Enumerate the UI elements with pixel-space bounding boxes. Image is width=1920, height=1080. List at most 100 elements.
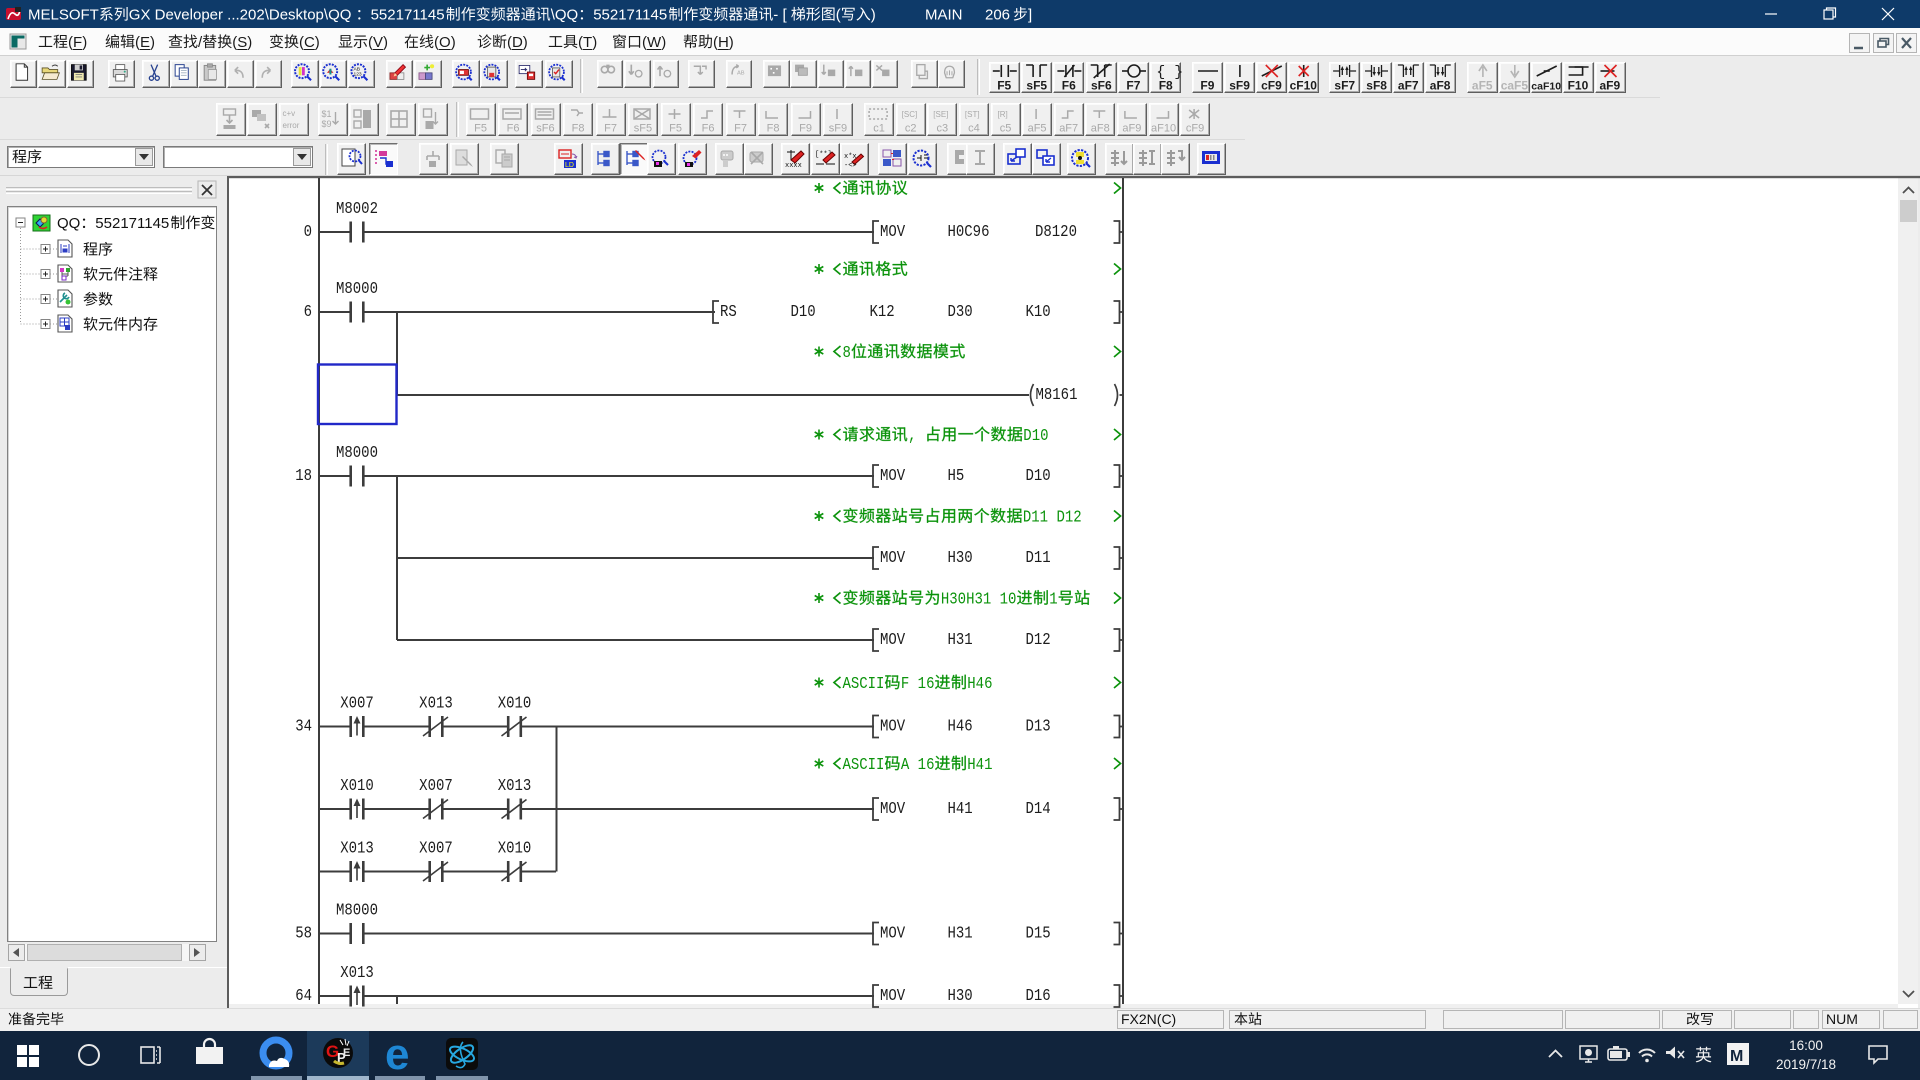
svg-text:F8: F8 (1159, 79, 1173, 93)
svg-text:8: 8 (843, 343, 851, 362)
svg-text:AB: AB (353, 66, 360, 72)
svg-text:C: C (304, 34, 315, 51)
svg-text:D30: D30 (947, 302, 972, 321)
svg-text:F 16: F 16 (901, 674, 935, 693)
svg-text:X013: X013 (340, 838, 374, 857)
svg-text:ASCII: ASCII (843, 674, 885, 693)
svg-text:cF9: cF9 (1261, 79, 1282, 93)
svg-text:E: E (343, 1047, 350, 1059)
svg-text:): ) (661, 34, 666, 51)
svg-text:caF10: caF10 (1531, 81, 1561, 93)
svg-text:0: 0 (304, 222, 312, 241)
svg-text:[SE]: [SE] (933, 110, 948, 119)
svg-text:H46: H46 (967, 674, 992, 693)
svg-text:c1: c1 (873, 123, 885, 135)
svg-text:H31: H31 (947, 923, 972, 942)
svg-text:F9: F9 (1200, 79, 1214, 93)
svg-text:): ) (729, 34, 734, 51)
svg-text:123: 123 (353, 71, 361, 77)
svg-text:c5: c5 (1000, 123, 1012, 135)
svg-text:FX2N(C): FX2N(C) (1121, 1011, 1176, 1027)
svg-text:cF10: cF10 (1290, 79, 1318, 93)
svg-text:18: 18 (295, 466, 312, 485)
svg-text:aF5: aF5 (1472, 79, 1493, 93)
svg-text:H46: H46 (947, 716, 972, 735)
svg-text:MOV: MOV (880, 548, 906, 567)
svg-text:F10: F10 (1568, 79, 1589, 93)
svg-text:F9: F9 (799, 123, 812, 135)
svg-text:aF8: aF8 (1430, 79, 1451, 93)
svg-text:LD: LD (565, 162, 574, 169)
svg-text:MOV: MOV (880, 799, 906, 818)
svg-text:): ) (315, 34, 320, 51)
svg-text:): ) (247, 34, 252, 51)
svg-text:e: e (385, 1030, 409, 1079)
svg-text:58: 58 (295, 923, 312, 942)
svg-text:[R]: [R] (998, 110, 1008, 119)
svg-text:c2: c2 (905, 123, 917, 135)
svg-text:O: O (439, 34, 451, 51)
svg-text:aF8: aF8 (1091, 123, 1110, 135)
svg-text:A 16: A 16 (901, 755, 935, 774)
svg-text:MOV: MOV (880, 630, 906, 649)
svg-text:2019/7/18: 2019/7/18 (1776, 1057, 1836, 1072)
svg-text:): ) (82, 34, 87, 51)
svg-text:caF5: caF5 (1501, 79, 1529, 93)
svg-text:$1: $1 (322, 109, 332, 119)
svg-text:F8: F8 (572, 123, 585, 135)
svg-text:MELSOFT: MELSOFT (28, 7, 99, 24)
svg-text:M: M (1730, 1048, 1743, 1065)
svg-text:H30: H30 (947, 986, 972, 1005)
svg-text:sF6: sF6 (1091, 79, 1112, 93)
svg-text:H41: H41 (967, 755, 992, 774)
svg-text:552171145: 552171145 (371, 7, 445, 24)
svg-text:error: error (283, 121, 300, 130)
svg-text:D: D (512, 34, 523, 51)
svg-text:D10: D10 (1026, 466, 1051, 485)
svg-text:M8161: M8161 (1036, 385, 1078, 404)
svg-text:aF9: aF9 (1600, 79, 1621, 93)
svg-text:X010: X010 (340, 776, 374, 795)
svg-text:S: S (237, 34, 247, 51)
svg-text:NUM: NUM (1826, 1011, 1858, 1027)
svg-text:W: W (647, 34, 662, 51)
svg-text:MOV: MOV (880, 986, 906, 1005)
svg-text:F6: F6 (507, 123, 520, 135)
svg-text:552171145: 552171145 (95, 215, 169, 232)
svg-text:H5: H5 (947, 466, 964, 485)
svg-text:c4: c4 (968, 123, 980, 135)
svg-text:): ) (592, 34, 597, 51)
svg-text:): ) (451, 34, 456, 51)
svg-text:M8000: M8000 (336, 900, 378, 919)
svg-text:aF10: aF10 (1151, 123, 1176, 135)
svg-text:RS: RS (720, 302, 737, 321)
svg-text:sF9: sF9 (829, 123, 847, 135)
svg-text:-<>: -<> (844, 162, 857, 170)
svg-text:34: 34 (295, 716, 312, 735)
svg-text:16:00: 16:00 (1789, 1038, 1823, 1053)
svg-text:aF7: aF7 (1398, 79, 1419, 93)
svg-text:QQ: QQ (57, 215, 80, 232)
svg-text:D8120: D8120 (1035, 222, 1077, 241)
svg-text:M8002: M8002 (336, 199, 378, 218)
svg-text:sF6: sF6 (536, 123, 554, 135)
svg-text:F6: F6 (1062, 79, 1076, 93)
svg-text:aF9: aF9 (1122, 123, 1141, 135)
svg-text:H31: H31 (947, 630, 972, 649)
svg-text:): ) (383, 34, 388, 51)
svg-text:(: ( (836, 7, 841, 24)
svg-text:X007: X007 (419, 776, 453, 795)
svg-text:D16: D16 (1026, 986, 1051, 1005)
svg-text:X013: X013 (340, 963, 374, 982)
svg-text:[SC]: [SC] (902, 110, 918, 119)
svg-text:GX Developer ...202\Desktop\QQ: GX Developer ...202\Desktop\QQ (129, 7, 352, 24)
svg-text:MOV: MOV (880, 923, 906, 942)
svg-text:$9: $9 (322, 119, 332, 129)
svg-text:H: H (718, 34, 729, 51)
svg-text:F8: F8 (767, 123, 780, 135)
svg-text:64: 64 (295, 986, 312, 1005)
svg-text:D12: D12 (1026, 630, 1051, 649)
svg-text:X013: X013 (419, 693, 453, 712)
svg-text:sF7: sF7 (1334, 79, 1355, 93)
svg-text:]: ] (1028, 7, 1032, 24)
